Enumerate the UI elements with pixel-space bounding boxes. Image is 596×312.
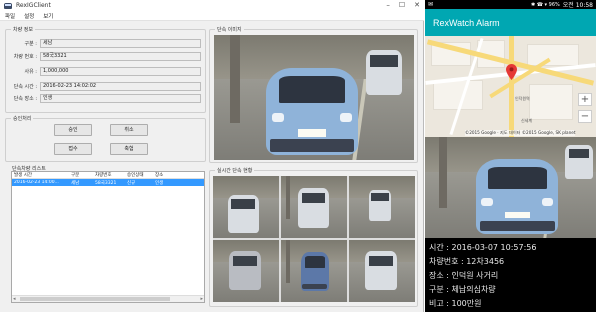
live-cam-5[interactable]: [281, 240, 347, 302]
location-label: 단속 장소 :: [13, 96, 37, 102]
live-cam-6[interactable]: [349, 240, 415, 302]
vehicle-info-group: 차량 정보 구분 : 세남 차량 번호 : 58국3321 사유 : 1,000…: [5, 26, 206, 113]
map-copyright: ©2015 Google · 지도 데이터 ©2015 Google, SK p…: [465, 130, 576, 136]
minimize-button[interactable]: –: [386, 0, 390, 11]
menu-settings[interactable]: 설정: [24, 12, 34, 20]
field-row-time: 단속 시간 : 2016-02-23 14:02:02: [10, 82, 201, 91]
field-row-location: 단속 장소 : 인생: [10, 94, 201, 103]
capture-image-title: 단속 이미지: [215, 26, 244, 33]
list-header: 발생 시간 구분 차량번호 승인상태 장소: [12, 172, 204, 179]
reason-field[interactable]: 1,000,000: [40, 67, 201, 76]
scroll-left-icon[interactable]: ◂: [13, 296, 16, 303]
app-title: RexWatch Alarm: [433, 18, 500, 28]
field-row-reason: 사유 : 1,000,000: [10, 67, 201, 76]
window-title: RexIGClient: [16, 2, 51, 9]
cell-type: 세남: [71, 180, 80, 186]
vehicle-info-title: 차량 정보: [11, 26, 35, 33]
alarm-photo: [425, 137, 596, 238]
horizontal-scrollbar[interactable]: ◂ ▸: [12, 295, 204, 302]
plate-label: 차량 번호 :: [13, 54, 37, 60]
live-cam-3[interactable]: [349, 176, 415, 238]
cell-plate: 58국3321: [95, 180, 117, 186]
map-pin-icon[interactable]: [506, 64, 517, 80]
col-plate[interactable]: 차량번호: [93, 172, 125, 178]
capture-image: [214, 35, 414, 160]
check-button[interactable]: 축험: [110, 143, 148, 155]
menu-file[interactable]: 파일: [5, 12, 15, 20]
alarm-details: 시간 : 2016-03-07 10:57:56 차량번호 : 12차3456 …: [425, 238, 596, 312]
app-bar: RexWatch Alarm: [425, 9, 596, 36]
status-time: 오전 10:58: [562, 2, 593, 9]
field-row-plate: 차량 번호 : 58국3321: [10, 52, 201, 61]
field-row-type: 구분 : 세남: [10, 39, 201, 48]
receive-button[interactable]: 접수: [54, 143, 92, 155]
phone-screen: ✉ ✱ ☎ ▾ 96% 오전 10:58 RexWatch Alarm 인덕원역…: [425, 0, 596, 312]
approval-group: 승인처리 승인 취소 접수 축험: [5, 115, 206, 162]
mail-icon: ✉: [428, 1, 434, 8]
cell-status: 신규: [127, 180, 136, 186]
zoom-out-button[interactable]: −: [578, 110, 592, 123]
approve-button[interactable]: 승인: [54, 124, 92, 136]
detail-note: 비고 : 100만원: [429, 299, 482, 308]
col-status[interactable]: 승인상태: [125, 172, 153, 178]
live-cam-4[interactable]: [213, 240, 279, 302]
reason-label: 사유 :: [24, 69, 37, 75]
col-time[interactable]: 발생 시간: [12, 172, 69, 178]
detail-location: 장소 : 인덕원 사거리: [429, 271, 499, 280]
scroll-right-icon[interactable]: ▸: [200, 296, 203, 303]
violation-list[interactable]: 발생 시간 구분 차량번호 승인상태 장소 2016-02-23 14:00..…: [11, 171, 205, 303]
cell-time: 2016-02-23 14:00...: [14, 180, 59, 185]
close-button[interactable]: ✕: [414, 0, 420, 11]
table-row[interactable]: 2016-02-23 14:00... 세남 58국3321 신규 인생: [12, 179, 204, 186]
map-label-station: 인덕원역: [515, 96, 530, 101]
cell-location: 인생: [155, 180, 164, 186]
live-view-grid: [213, 176, 415, 302]
plate-field[interactable]: 58국3321: [40, 52, 201, 61]
live-cam-1[interactable]: [213, 176, 279, 238]
maximize-button[interactable]: ☐: [399, 0, 405, 11]
zoom-in-button[interactable]: +: [578, 93, 592, 106]
car-icon: [4, 2, 12, 9]
time-field[interactable]: 2016-02-23 14:02:02: [40, 82, 201, 91]
col-type[interactable]: 구분: [69, 172, 93, 178]
detail-time: 시간 : 2016-03-07 10:57:56: [429, 243, 537, 252]
scrollbar-thumb[interactable]: [20, 297, 170, 301]
status-icons: ✱ ☎ ▾ 96%: [530, 1, 560, 8]
client-window: RexIGClient – ☐ ✕ 파일 설정 보기 차량 정보 구분 : 세남…: [0, 0, 424, 312]
approval-title: 승인처리: [11, 115, 34, 122]
map-label-store: 신세계: [521, 118, 533, 123]
status-bar: ✉ ✱ ☎ ▾ 96% 오전 10:58: [425, 0, 596, 9]
live-cam-2[interactable]: [281, 176, 347, 238]
map-view[interactable]: 인덕원역 신세계 + − ©2015 Google · 지도 데이터 ©2015…: [425, 36, 596, 137]
detail-type: 구분 : 체납의심차량: [429, 285, 496, 294]
cancel-button[interactable]: 취소: [110, 124, 148, 136]
type-label: 구분 :: [24, 41, 37, 47]
time-label: 단속 시간 :: [13, 84, 37, 90]
type-field[interactable]: 세남: [40, 39, 201, 48]
menu-view[interactable]: 보기: [43, 12, 53, 20]
capture-image-group: 단속 이미지: [209, 26, 418, 163]
location-field[interactable]: 인생: [40, 94, 201, 103]
detail-plate: 차량번호 : 12차3456: [429, 257, 505, 266]
title-bar: RexIGClient – ☐ ✕: [0, 0, 424, 11]
col-location[interactable]: 장소: [153, 172, 173, 178]
live-view-title: 실시간 단속 현황: [215, 167, 255, 174]
menu-bar: 파일 설정 보기: [0, 11, 424, 21]
